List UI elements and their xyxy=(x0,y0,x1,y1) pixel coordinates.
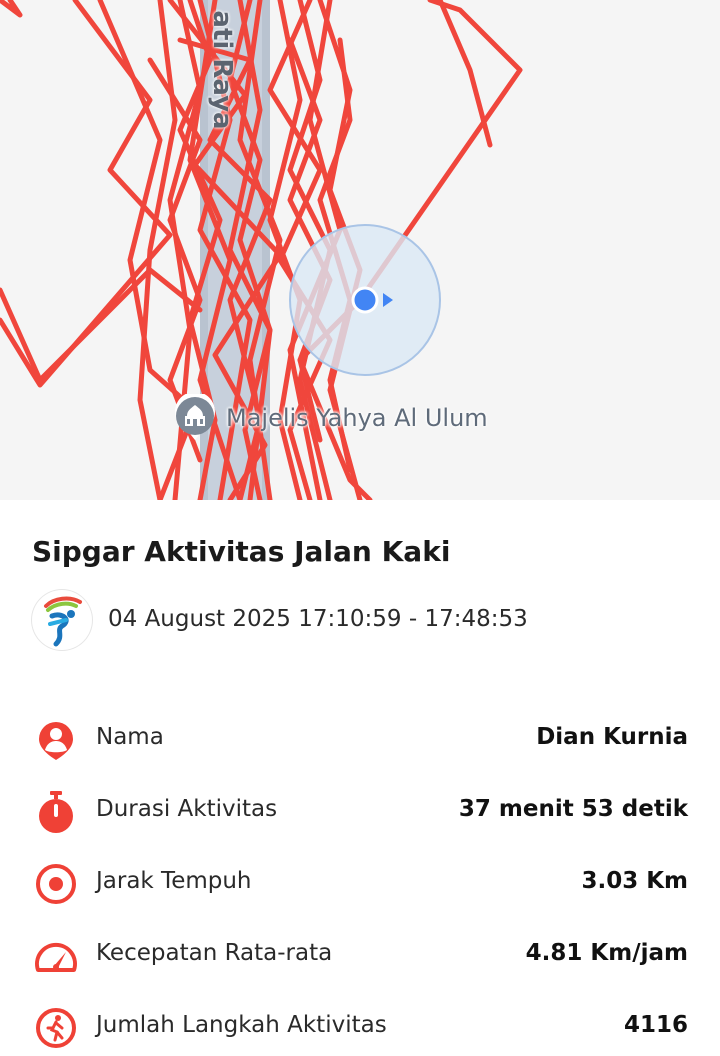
stat-row-kecepatan: Kecepatan Rata-rata 4.81 Km/jam xyxy=(0,924,720,984)
mosque-pin-icon[interactable] xyxy=(171,394,219,442)
stat-value: 37 menit 53 detik xyxy=(458,796,688,822)
stat-value: 4116 xyxy=(623,1012,688,1038)
activity-title: Sipgar Aktivitas Jalan Kaki xyxy=(32,535,451,568)
stopwatch-icon xyxy=(34,790,78,834)
stat-label: Kecepatan Rata-rata xyxy=(96,940,333,966)
stat-label: Jumlah Langkah Aktivitas xyxy=(96,1012,387,1038)
sipgar-logo-icon xyxy=(32,590,92,650)
stat-value: Dian Kurnia xyxy=(536,724,688,750)
route-segment xyxy=(437,0,493,148)
stat-row-langkah: Jumlah Langkah Aktivitas 4116 xyxy=(0,996,720,1056)
speedometer-icon xyxy=(34,934,78,978)
walking-icon xyxy=(34,1006,78,1050)
route-segment xyxy=(0,0,23,18)
stat-row-jarak: Jarak Tempuh 3.03 Km xyxy=(0,852,720,912)
stat-row-durasi: Durasi Aktivitas 37 menit 53 detik xyxy=(0,780,720,840)
stat-value: 3.03 Km xyxy=(581,868,688,894)
target-icon xyxy=(34,862,78,906)
activity-map[interactable]: ati Raya Majelis Yahya Al Ulum xyxy=(0,0,720,500)
person-icon xyxy=(34,718,78,762)
stat-label: Durasi Aktivitas xyxy=(96,796,278,822)
poi-label[interactable]: Majelis Yahya Al Ulum xyxy=(226,404,488,432)
road-label: ati Raya xyxy=(207,10,237,130)
stat-row-nama: Nama Dian Kurnia xyxy=(0,708,720,768)
stat-label: Nama xyxy=(96,724,164,750)
activity-datetime: 04 August 2025 17:10:59 - 17:48:53 xyxy=(108,606,528,632)
stat-value: 4.81 Km/jam xyxy=(525,940,688,966)
stat-label: Jarak Tempuh xyxy=(96,868,252,894)
route-segment xyxy=(0,267,203,383)
current-location-dot xyxy=(351,286,379,314)
